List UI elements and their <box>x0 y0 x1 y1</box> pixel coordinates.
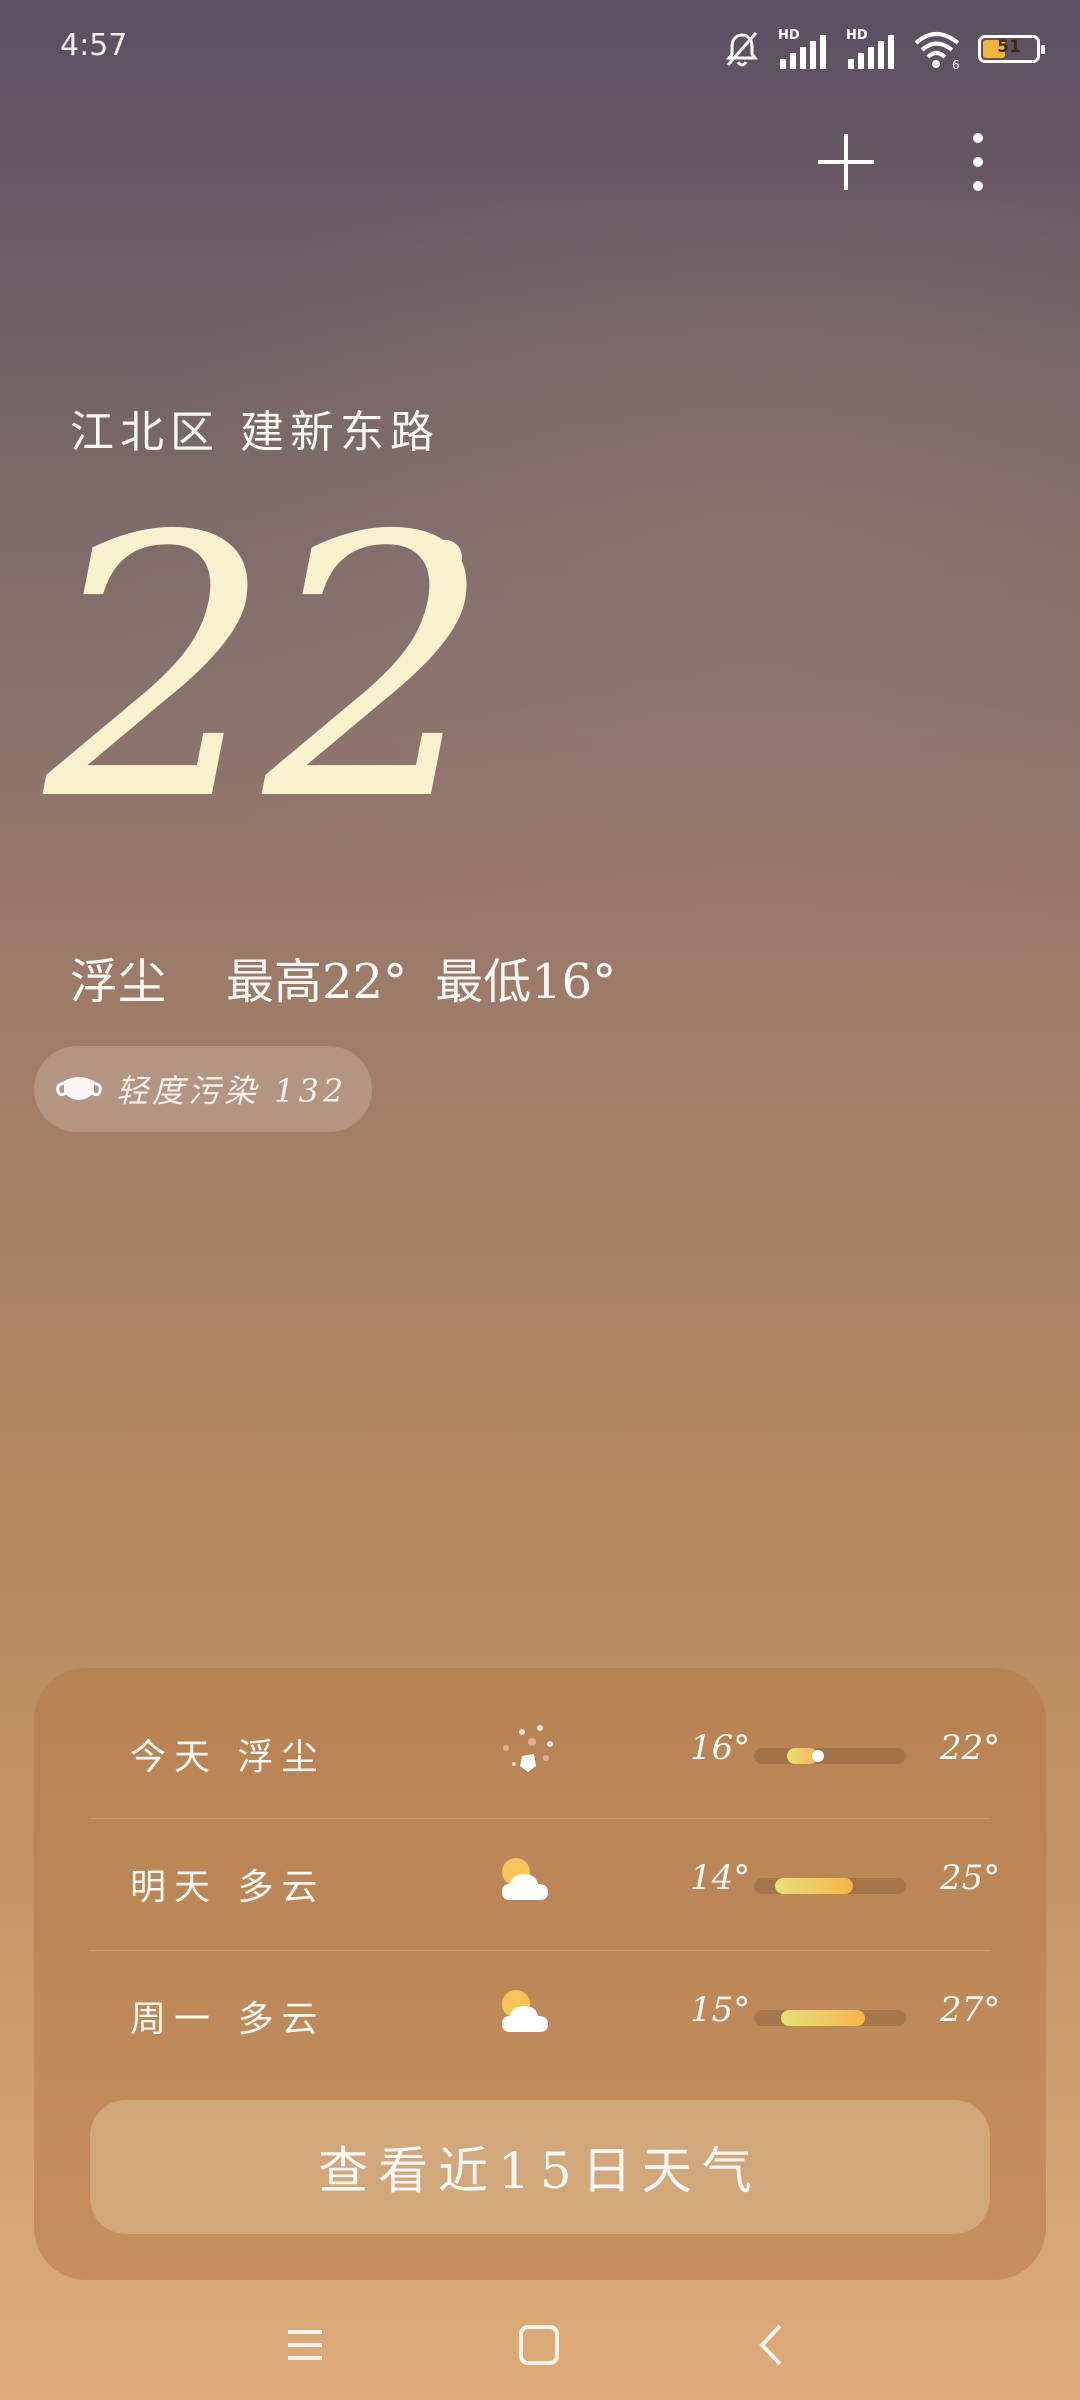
current-temperature: 22 <box>44 460 492 879</box>
view-15-day-forecast-button[interactable]: 查看近15日天气 <box>90 2100 990 2234</box>
degree-symbol <box>428 540 462 574</box>
temperature-range-bar <box>754 1878 906 1894</box>
navigation-bar <box>0 2290 1080 2400</box>
forecast-high: 25° <box>940 1858 1001 1898</box>
forecast-card: 今天 浮尘 16° 22° 明天 多云 14° 25° 周一 多云 15° 27… <box>34 1668 1046 2280</box>
home-icon[interactable] <box>504 2310 574 2380</box>
air-quality-label: 轻度污染 132 <box>116 1072 348 1110</box>
current-high: 最高22° <box>226 954 408 1010</box>
status-bar: 4:57 HD HD 6 51 <box>0 0 1080 96</box>
signal-icon: HD <box>778 28 826 69</box>
location-title[interactable]: 江北区 建新东路 <box>70 396 440 460</box>
temperature-range-fill <box>775 1878 853 1894</box>
forecast-low: 16° <box>690 1728 751 1768</box>
current-low: 最低16° <box>435 954 617 1010</box>
current-condition-line: 浮尘 最高22° 最低16° <box>70 942 616 1012</box>
status-time: 4:57 <box>60 28 128 63</box>
forecast-row[interactable]: 周一 多云 15° 27° <box>90 1950 1000 2080</box>
network-label-2: HD <box>846 28 868 43</box>
cloudy-icon <box>502 1858 548 1900</box>
wifi-icon: 6 <box>914 32 960 71</box>
status-icons: HD HD 6 51 <box>722 24 1045 74</box>
wifi-label: 6 <box>952 58 960 71</box>
menu-icon[interactable] <box>270 2310 340 2380</box>
network-label-1: HD <box>778 28 800 43</box>
forecast-day: 明天 多云 <box>130 1867 326 1908</box>
forecast-low: 14° <box>690 1858 751 1898</box>
battery-icon: 51 <box>978 35 1045 63</box>
mask-icon <box>56 1077 102 1100</box>
temperature-range-bar <box>754 1748 906 1764</box>
cloudy-icon <box>502 1990 548 2032</box>
temperature-range-bar <box>754 2010 906 2026</box>
forecast-day: 今天 浮尘 <box>130 1737 326 1778</box>
forecast-high: 22° <box>940 1728 1001 1768</box>
forecast-high: 27° <box>940 1990 1001 2030</box>
forecast-low: 15° <box>690 1990 751 2030</box>
back-icon[interactable] <box>738 2310 808 2380</box>
temperature-range-fill <box>781 2010 865 2026</box>
current-temperature-marker <box>811 1750 824 1762</box>
forecast-row[interactable]: 明天 多云 14° 25° <box>90 1818 1000 1948</box>
signal-icon-2: HD <box>846 28 894 69</box>
forecast-row[interactable]: 今天 浮尘 16° 22° <box>90 1688 1000 1818</box>
current-condition: 浮尘 <box>70 954 167 1010</box>
forecast-day: 周一 多云 <box>130 1999 326 2040</box>
battery-level: 51 <box>997 37 1021 57</box>
add-city-button[interactable] <box>812 128 880 196</box>
dust-icon <box>503 1725 553 1772</box>
silent-bell-icon <box>726 32 758 67</box>
more-options-button[interactable] <box>950 128 1006 196</box>
air-quality-chip[interactable]: 轻度污染 132 <box>34 1046 372 1132</box>
